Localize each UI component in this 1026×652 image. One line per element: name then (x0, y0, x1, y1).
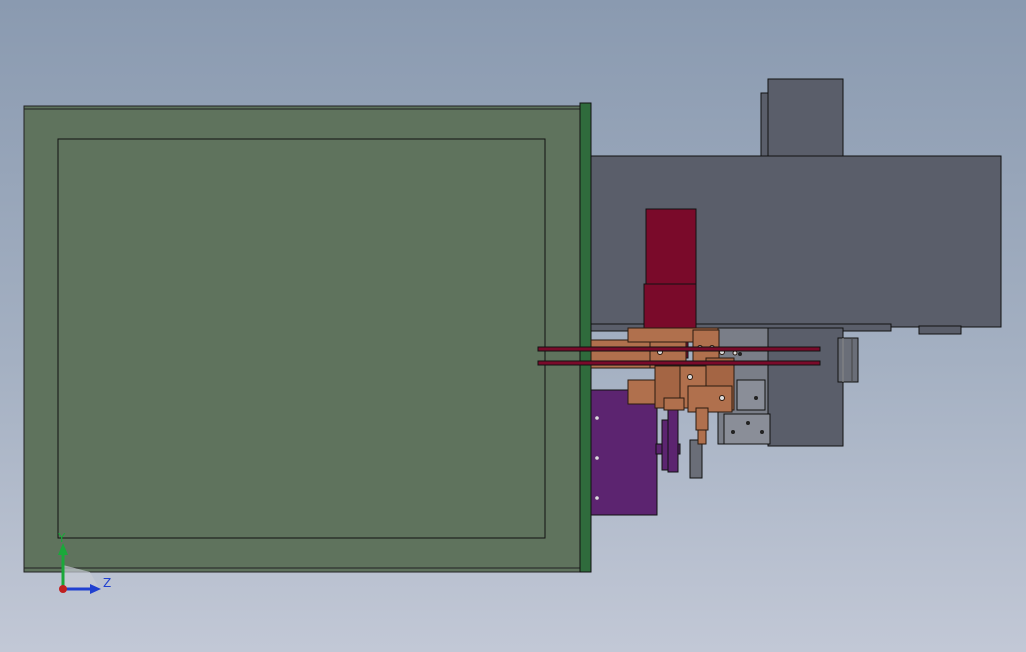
motor-block[interactable] (760, 78, 844, 158)
origin-marker (59, 585, 67, 593)
y-axis-label: Y (57, 531, 66, 545)
z-axis-label: Z (103, 576, 111, 590)
panel-side-frame[interactable] (579, 102, 592, 573)
cad-graphics-viewport[interactable]: Y Z (0, 0, 1026, 652)
guide-rod[interactable] (689, 439, 703, 479)
front-panel[interactable] (23, 105, 583, 573)
lower-plate[interactable] (767, 327, 859, 447)
